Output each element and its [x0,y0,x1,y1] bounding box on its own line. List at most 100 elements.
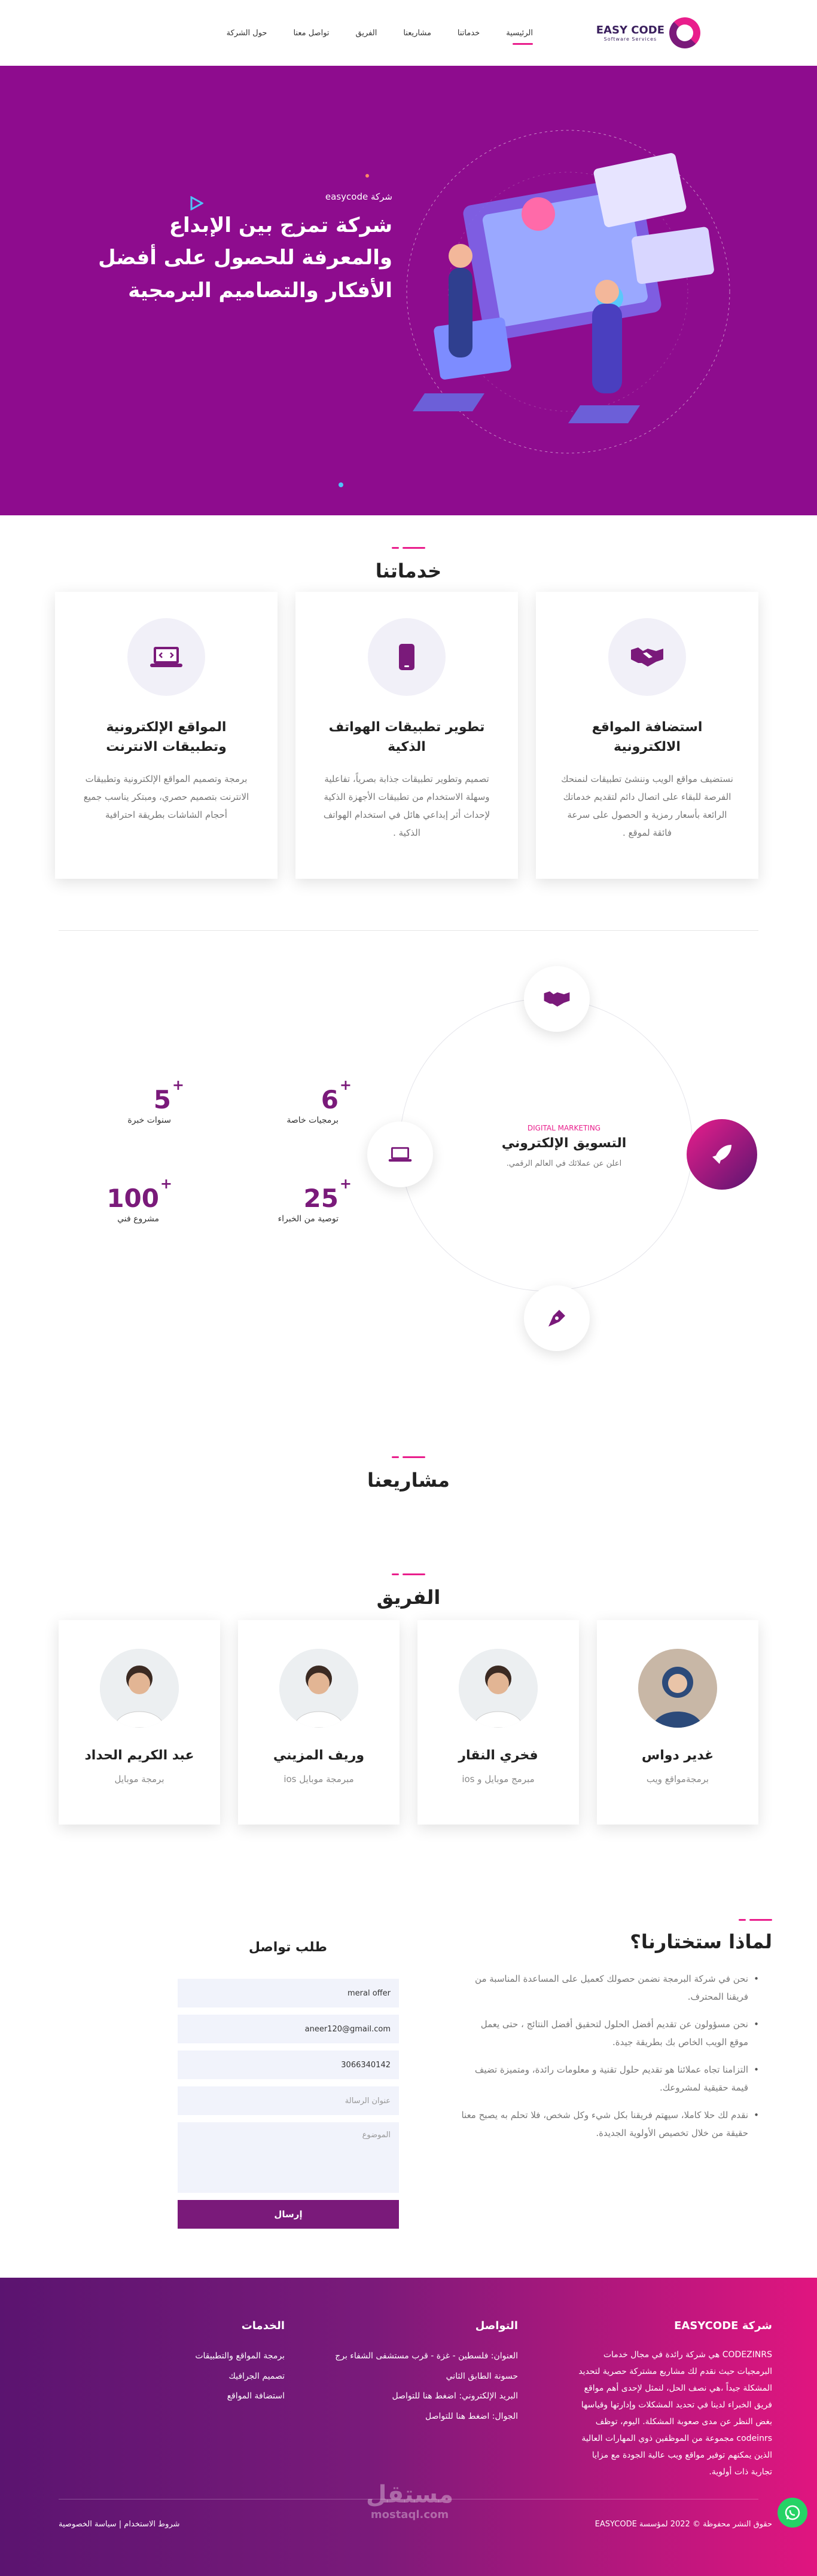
avatar [100,1649,179,1728]
main-menu: الرئيسية خدماتنا مشاريعنا الفريق تواصل م… [227,29,533,45]
team-card[interactable]: فخري النقار مبرمج موبايل و ios [417,1620,579,1825]
orbit-laptop[interactable] [367,1122,433,1187]
service-card-hosting[interactable]: استضافة المواقع الالكترونية نستضيف مواقع… [536,592,758,879]
subject-textarea[interactable]: الموضوع [178,2122,399,2193]
whatsapp-button[interactable] [778,2498,807,2528]
team-card[interactable]: وريف المزيني مبرمجة موبايل ios [238,1620,400,1825]
policy-links[interactable]: شروط الاستخدام | سياسة الخصوصية [59,2520,180,2529]
member-role: مبرمجة موبايل ios [283,1774,354,1784]
hero-illustration [406,130,730,454]
pen-nib-icon [548,1310,565,1327]
service-title: تطوير تطبيقات الهواتف الذكية [328,720,485,754]
marketing-subtitle: DIGITAL MARKETING [527,1124,601,1132]
services-heading: خدماتنا [0,547,817,582]
footer-contact-title: التواصل [475,2320,518,2332]
hero-title: شركة تمزج بين الإبداع والمعرفة للحصول عل… [98,213,392,302]
team-card[interactable]: غدير دواس برمجةمواقع ويب [597,1620,758,1825]
hero-section: شركة easycode شركة تمزج بين الإبداع والم… [0,66,817,515]
brand-name: EASY CODE [596,24,664,36]
mostaql-watermark: مستقل mostaql.com [359,2481,461,2521]
orbit-handshake[interactable] [524,966,590,1032]
member-role: برمجة موبايل [114,1774,164,1784]
service-text: تصميم وتطوير تطبيقات جذابة بصرياً، تفاعل… [323,774,490,838]
stat-label: سنوات خبرة [127,1116,171,1125]
rocket-icon [712,1145,731,1164]
dot-decor-2 [339,482,343,487]
avatar [638,1649,717,1728]
nav-services[interactable]: خدماتنا [458,29,480,38]
service-text: برمجة وتصميم المواقع الإلكترونية وتطبيقا… [83,774,249,820]
phone-field[interactable]: 3066340142 [178,2051,399,2079]
stat-label: توصية من الخبراء [278,1214,339,1224]
logo-icon [669,17,700,48]
member-role: مبرمج موبايل و ios [462,1774,535,1784]
projects-title: مشاريعنا [367,1469,450,1492]
services-cards: استضافة المواقع الالكترونية نستضيف مواقع… [55,592,758,879]
footer-address: العنوان: فلسطين - غزة - قرب مستشفى الشفا… [335,2351,518,2381]
team-heading: الفريق [0,1573,817,1609]
orbit-pen[interactable] [524,1285,590,1351]
stat-software: +6 برمجيات خاصة [286,1077,352,1125]
member-role: برمجةمواقع ويب [646,1774,709,1784]
mobile-icon [399,644,414,670]
footer-service-link[interactable]: تصميم الجرافيك [129,2367,285,2387]
stat-projects: +100 مشروع فني [106,1175,172,1224]
email-field[interactable]: aneer120@gmail.com [178,2015,399,2043]
member-name: فخري النقار [458,1748,538,1763]
footer-about-text: CODEZINRS هي شركة رائدة في مجال خدمات ال… [578,2350,772,2477]
footer-phone-link[interactable]: الجوال: اضغط هنا للتواصل [315,2407,518,2427]
member-name: وريف المزيني [273,1748,365,1763]
why-us-section: لماذا ستختارنا؟ نحن في شركة البرمجة نضمن… [461,1919,772,2152]
stat-recommendations: +25 توصية من الخبراء [278,1175,352,1224]
footer-services-title: الخدمات [241,2320,285,2332]
service-title: استضافة المواقع الالكترونية [592,720,703,754]
watermark-text: مستقل [365,2481,454,2508]
why-item: نحن في شركة البرمجة نضمن حصولك كعميل على… [461,1970,759,2006]
footer-about-title: شركة EASYCODE [674,2320,772,2332]
play-triangle-icon [190,196,203,210]
member-name: غدير دواس [641,1748,714,1763]
service-card-mobile[interactable]: تطوير تطبيقات الهواتف الذكية تصميم وتطوي… [295,592,518,879]
brand-sub: Software Services [603,36,657,42]
orbit-rocket[interactable] [687,1119,757,1190]
nav-contact[interactable]: تواصل معنا [293,29,329,38]
send-button[interactable]: إرسال [178,2200,399,2229]
nav-about[interactable]: حول الشركة [227,29,267,38]
hero-subtitle: شركة easycode [325,191,392,202]
footer-service-link[interactable]: استضافة المواقع [129,2386,285,2407]
why-item: نحن مسؤولون عن تقديم أفضل الحلول لتحقيق … [461,2015,759,2051]
footer-service-link[interactable]: برمجة المواقع والتطبيقات [129,2346,285,2367]
avatar [279,1649,358,1728]
stat-label: مشروع فني [117,1214,159,1224]
watermark-sub: mostaql.com [370,2508,449,2521]
stat-number: 25 [303,1184,339,1213]
stat-number: 5 [153,1085,171,1114]
section-divider [59,930,758,931]
team-cards: غدير دواس برمجةمواقع ويب فخري النقار مبر… [59,1620,758,1825]
laptop-code-icon [150,647,182,667]
service-title: المواقع الإلكترونية وتطبيقات الانترنت [106,720,227,754]
contact-form: طلب تواصل meral offer aneer120@gmail.com… [178,1940,399,2229]
team-card[interactable]: عبد الكريم الحداد برمجة موبايل [59,1620,220,1825]
why-title: لماذا ستختارنا؟ [630,1930,772,1953]
service-card-web[interactable]: المواقع الإلكترونية وتطبيقات الانترنت بر… [55,592,278,879]
top-nav: EASY CODE Software Services الرئيسية خدم… [0,0,817,66]
marketing-desc: اعلن عن عملائك في العالم الرقمي. [506,1159,622,1168]
avatar [459,1649,538,1728]
why-item: التزامنا تجاه عملائنا هو تقديم حلول تقني… [461,2061,759,2097]
message-title-field[interactable]: عنوان الرسالة [178,2086,399,2115]
nav-projects[interactable]: مشاريعنا [403,29,431,38]
nav-team[interactable]: الفريق [356,29,377,38]
name-field[interactable]: meral offer [178,1979,399,2007]
whatsapp-icon [785,2505,800,2520]
contact-title: طلب تواصل [248,1940,327,1955]
laptop-code-icon [388,1147,412,1162]
footer-email-link[interactable]: البريد الإلكتروني: اضغط هنا للتواصل [315,2386,518,2407]
handshake-icon [631,647,663,667]
brand-logo[interactable]: EASY CODE Software Services [581,17,700,48]
footer: شركة EASYCODE CODEZINRS هي شركة رائدة في… [0,2278,817,2576]
nav-home[interactable]: الرئيسية [506,29,533,45]
dot-decor [365,174,369,178]
stat-number: 100 [106,1184,159,1213]
stat-label: برمجيات خاصة [286,1116,339,1125]
